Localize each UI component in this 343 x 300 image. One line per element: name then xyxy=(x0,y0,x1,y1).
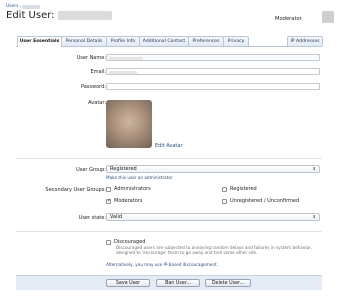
secondary-group-administrators[interactable]: Administrators xyxy=(106,186,151,192)
ip-discouragement-link[interactable]: Alternatively, you may use IP-based disc… xyxy=(106,262,218,267)
section-divider xyxy=(16,158,322,159)
breadcrumb-user-link[interactable] xyxy=(22,4,41,9)
ban-user-button[interactable]: Ban User... xyxy=(156,279,200,287)
email-label: Email: xyxy=(90,69,106,75)
username-field[interactable] xyxy=(106,54,320,61)
tab-user-essentials[interactable]: User Essentials xyxy=(17,36,62,47)
secondary-group-moderators[interactable]: ✓ Moderators xyxy=(106,198,142,204)
tab-privacy[interactable]: Privacy xyxy=(223,36,249,46)
checkbox-registered-label: Registered xyxy=(230,186,257,192)
avatar-label: Avatar: xyxy=(88,100,106,106)
breadcrumb-users-link[interactable]: Users xyxy=(6,4,19,9)
tab-additional-contact[interactable]: Additional Contact xyxy=(139,36,189,46)
avatar-image xyxy=(106,100,152,148)
username-label: User Name: xyxy=(76,55,106,61)
user-state-select[interactable]: Valid ⬍ xyxy=(106,213,320,221)
delete-user-button[interactable]: Delete User... xyxy=(205,279,251,287)
tab-ip-addresses[interactable]: IP Addresses xyxy=(287,36,323,46)
make-admin-link[interactable]: Make this user an administrator xyxy=(106,175,173,180)
edit-avatar-link[interactable]: Edit Avatar xyxy=(155,143,183,149)
select-caret-icon: ⬍ xyxy=(312,214,316,219)
secondary-groups-label: Secondary User Groups: xyxy=(45,187,106,193)
select-caret-icon: ⬍ xyxy=(312,166,316,171)
tab-preferences[interactable]: Preferences xyxy=(188,36,224,46)
user-state-value: Valid xyxy=(110,214,123,220)
email-value xyxy=(109,70,137,74)
tab-profile-info[interactable]: Profile Info xyxy=(106,36,140,46)
user-role: Moderator xyxy=(275,16,302,22)
checkbox-discouraged[interactable] xyxy=(106,239,111,245)
checkbox-unregistered-label: Unregistered / Unconfirmed xyxy=(230,198,300,204)
save-user-button[interactable]: Save User xyxy=(106,279,150,287)
user-group-value: Registered xyxy=(110,166,137,172)
breadcrumb: Users › xyxy=(6,4,41,9)
button-bar: Save User Ban User... Delete User... xyxy=(16,275,322,290)
secondary-group-registered[interactable]: Registered xyxy=(222,186,257,192)
email-field[interactable] xyxy=(106,68,320,75)
checkbox-moderators[interactable]: ✓ xyxy=(106,198,111,204)
password-field[interactable] xyxy=(106,83,320,90)
header-avatar xyxy=(322,11,334,23)
checkbox-registered[interactable] xyxy=(222,186,227,192)
checkbox-unregistered[interactable] xyxy=(222,198,227,204)
secondary-group-unregistered[interactable]: Unregistered / Unconfirmed xyxy=(222,198,299,204)
page-title-text: Edit User: xyxy=(6,10,55,21)
password-label: Password: xyxy=(80,84,106,90)
username-value xyxy=(109,56,143,60)
checkbox-moderators-label: Moderators xyxy=(114,198,143,204)
page-title: Edit User: xyxy=(6,10,112,21)
checkbox-administrators-label: Administrators xyxy=(114,186,151,192)
user-group-select[interactable]: Registered ⬍ xyxy=(106,165,320,173)
breadcrumb-separator: › xyxy=(19,4,22,9)
discouraged-description: Discouraged users are subjected to annoy… xyxy=(116,245,313,255)
page-title-username xyxy=(57,11,112,20)
tab-personal-details[interactable]: Personal Details xyxy=(61,36,107,46)
user-state-label: User state: xyxy=(78,215,106,221)
section-divider xyxy=(16,231,322,232)
tab-bar: User Essentials Personal Details Profile… xyxy=(16,36,323,47)
user-group-label: User Group: xyxy=(76,167,106,173)
checkbox-administrators[interactable] xyxy=(106,186,111,192)
